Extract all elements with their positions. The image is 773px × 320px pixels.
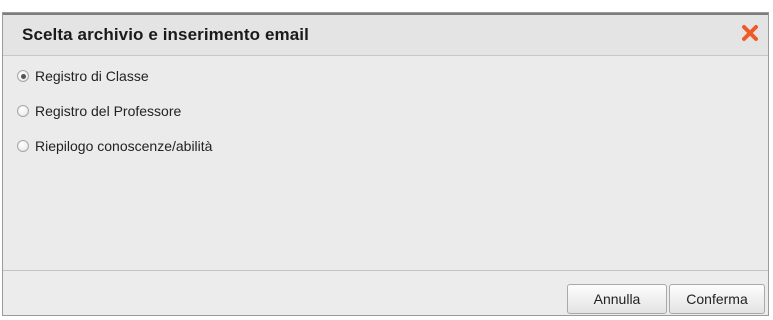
option-label: Registro di Classe bbox=[35, 68, 149, 84]
option-riepilogo-conoscenze[interactable]: Riepilogo conoscenze/abilità bbox=[17, 136, 212, 156]
radio-registro-classe[interactable] bbox=[17, 70, 29, 82]
archive-selection-dialog: Scelta archivio e inserimento email Regi… bbox=[2, 12, 769, 316]
radio-registro-professore[interactable] bbox=[17, 105, 29, 117]
dialog-content: Registro di Classe Registro del Professo… bbox=[3, 56, 768, 272]
option-registro-professore[interactable]: Registro del Professore bbox=[17, 101, 181, 121]
close-icon[interactable] bbox=[738, 21, 762, 45]
radio-riepilogo-conoscenze[interactable] bbox=[17, 140, 29, 152]
dialog-titlebar: Scelta archivio e inserimento email bbox=[3, 13, 768, 56]
dialog-title: Scelta archivio e inserimento email bbox=[22, 25, 309, 44]
confirm-button[interactable]: Conferma bbox=[669, 284, 765, 314]
option-label: Registro del Professore bbox=[35, 103, 182, 119]
option-registro-classe[interactable]: Registro di Classe bbox=[17, 66, 149, 86]
dialog-footer: Annulla Conferma bbox=[3, 270, 768, 315]
option-label: Riepilogo conoscenze/abilità bbox=[35, 138, 213, 154]
cancel-button[interactable]: Annulla bbox=[567, 284, 667, 314]
